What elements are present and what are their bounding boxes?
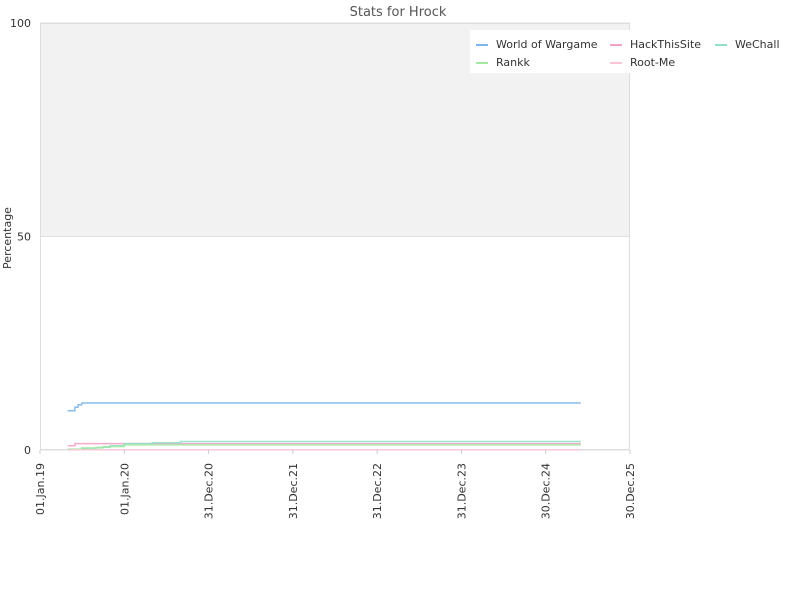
- plot-background-lower: [40, 236, 630, 450]
- y-tick-label: 100: [10, 17, 31, 30]
- x-tick-label: 30.Dec.24: [540, 463, 553, 519]
- legend-label-root-me: Root-Me: [630, 56, 675, 69]
- line-chart: 0 50 100 01.Jan.19 01.Jan.20 31.Dec.20 31.Dec…: [1, 5, 800, 519]
- x-tick-label: 31.Dec.23: [455, 463, 468, 519]
- legend-label-hackthissite: HackThisSite: [630, 38, 701, 51]
- legend-label-rankk: Rankk: [496, 56, 530, 69]
- legend-label-wechall: WeChall: [735, 38, 780, 51]
- y-axis-label: Percentage: [1, 207, 14, 269]
- x-tick-labels: 01.Jan.19 01.Jan.20 31.Dec.20 31.Dec.21 31.D…: [34, 450, 637, 519]
- legend-label-world-of-wargame: World of Wargame: [496, 38, 598, 51]
- legend: World of Wargame HackThisSite WeChall Rankk…: [470, 30, 800, 73]
- x-tick-label: 31.Dec.21: [287, 463, 300, 519]
- x-tick-label: 31.Dec.20: [203, 463, 216, 519]
- x-tick-label: 01.Jan.20: [118, 463, 131, 515]
- x-tick-label: 31.Dec.22: [371, 463, 384, 519]
- x-tick-label: 30.Dec.25: [624, 463, 637, 519]
- y-tick-label: 0: [24, 444, 31, 457]
- x-tick-label: 01.Jan.19: [34, 463, 47, 515]
- y-tick-label: 50: [17, 231, 31, 244]
- chart-title: Stats for Hrock: [350, 5, 447, 20]
